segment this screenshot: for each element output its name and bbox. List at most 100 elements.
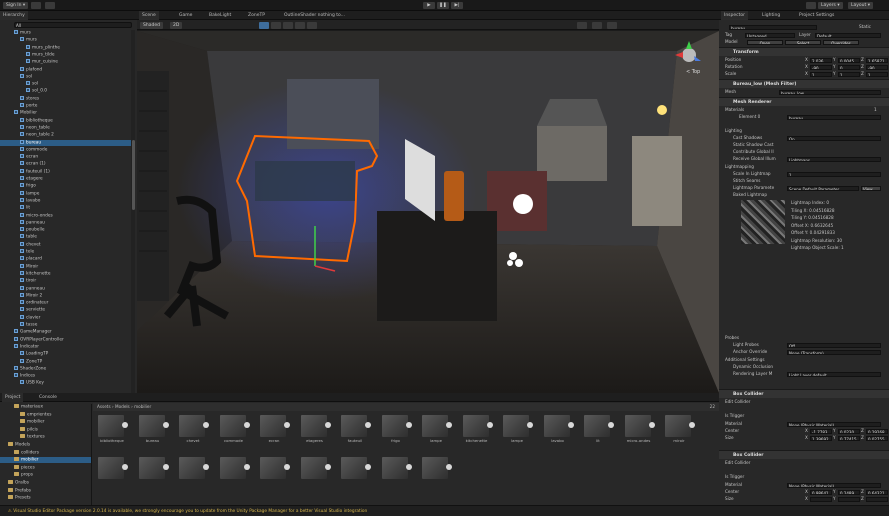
mesh-renderer-header[interactable]: Mesh Renderer [719,97,889,106]
box-collider-header[interactable]: Box Collider [719,389,889,398]
overrides-button[interactable]: Overrides [823,39,859,45]
asset-tile[interactable]: miroir [663,413,695,443]
hierarchy-item[interactable]: tasse [0,322,131,328]
folder-item[interactable]: props [0,472,91,478]
light-probes-dropdown[interactable]: Off [787,342,881,348]
asset-tile[interactable]: commode [218,413,250,443]
asset-tile[interactable]: ecran [258,413,290,443]
expand-icon[interactable] [365,422,371,428]
asset-tile[interactable]: bibliotheque [96,413,128,443]
account-button[interactable]: Sign In ▾ [3,2,29,9]
hierarchy-item[interactable]: plafond [0,66,131,73]
expand-icon[interactable] [689,422,695,428]
hierarchy-item[interactable]: poubelle [0,227,131,233]
gizmos-icon[interactable] [577,21,587,29]
hierarchy-item[interactable]: frigo [0,183,131,189]
scene-viewport[interactable]: < Top [137,31,719,393]
hierarchy-item[interactable]: lavabo [0,197,131,204]
hierarchy-item[interactable]: Mobilier [0,110,131,116]
expand-icon[interactable] [243,464,250,470]
expand-icon[interactable] [122,464,128,470]
asset-tile[interactable] [218,455,250,485]
hierarchy-item[interactable]: kitchenette [0,270,131,277]
expand-icon[interactable] [527,422,533,428]
vector-field[interactable]: 0.29268 [866,428,888,434]
expand-icon[interactable] [122,422,128,428]
open-button[interactable]: Open [747,39,783,45]
hierarchy-item[interactable]: clavier [0,314,131,321]
hierarchy-item[interactable]: chevet [0,241,131,248]
folder-item[interactable]: Models [0,442,91,448]
rendering-layer-dropdown[interactable]: Light Layer default [787,371,881,377]
2d-toggle[interactable]: 2D [170,21,183,29]
expand-icon[interactable] [405,422,412,428]
hierarchy-item[interactable]: neon_table [0,124,131,131]
asset-tile[interactable]: lavabo [542,413,574,443]
lightmap-params-dropdown[interactable]: Scene Default Parameter [787,185,859,191]
folder-item[interactable]: pieces [0,464,91,471]
vector-field[interactable]: 0.77415 [838,435,860,441]
asset-tile[interactable]: chevet [177,413,209,443]
tab-scene-view[interactable]: Game [176,11,195,20]
hierarchy-item[interactable]: Miroir [0,263,131,270]
expand-icon[interactable] [365,464,371,470]
scale-tool-icon[interactable] [295,21,305,29]
vector-field[interactable]: 1.39692 [810,435,832,441]
vector-field[interactable]: 0.98641 [810,489,832,495]
move-tool-icon[interactable] [271,21,281,29]
vector-field[interactable]: 0.64321 [866,489,888,495]
receive-gi-dropdown[interactable]: Lightmaps [787,156,881,162]
hierarchy-search-input[interactable]: All [14,22,132,28]
expand-icon[interactable] [162,464,169,470]
vector-field[interactable] [866,496,888,502]
physic-material-field[interactable]: None (Physic Material) [787,421,881,427]
hierarchy-item[interactable]: ShaderZone [0,365,131,372]
tag-dropdown[interactable]: Untagged [745,32,795,38]
folder-item[interactable]: mobilier [0,419,91,425]
hierarchy-item[interactable]: etagere [0,176,131,182]
asset-tile[interactable]: lit [582,413,614,443]
expand-icon[interactable] [608,422,614,428]
shading-dropdown[interactable]: Shaded [140,21,163,29]
vector-field[interactable]: 1 [810,71,832,77]
expand-icon[interactable] [648,422,655,428]
status-message[interactable]: Visual Studio Editor Package version 2.0… [13,509,367,514]
asset-tile[interactable] [380,455,412,485]
hierarchy-item[interactable]: table [0,234,131,240]
asset-tile[interactable] [420,455,452,485]
hierarchy-item[interactable]: Miroir 2 [0,292,131,299]
hierarchy-item[interactable]: Indices [0,373,131,379]
folder-item[interactable]: mobilier [0,457,91,464]
expand-icon[interactable] [324,464,331,470]
hierarchy-item[interactable]: sol [0,73,131,80]
folder-item[interactable]: materiaux [0,404,91,410]
audio-icon[interactable] [592,21,602,29]
folder-item[interactable]: pilcis [0,426,91,433]
transform-header[interactable]: Transform [719,47,889,56]
hierarchy-item[interactable]: neon_table 2 [0,132,131,138]
hierarchy-item[interactable]: murs [0,37,131,43]
expand-icon[interactable] [284,464,290,470]
hierarchy-item[interactable]: fauteuil (1) [0,168,131,175]
scale-lightmap-field[interactable]: 1 [787,171,881,177]
view-button[interactable]: View [861,185,881,191]
breadcrumb-item[interactable]: mobilier [134,404,151,409]
tab-scene-view[interactable]: Scene [139,11,159,20]
rect-tool-icon[interactable] [307,21,317,29]
folder-item[interactable]: Oralbs [0,480,91,486]
tab-inspector[interactable]: Lighting [759,11,783,20]
hierarchy-item[interactable]: GameManager [0,329,131,335]
vector-field[interactable]: 0.0230 [838,428,860,434]
asset-tile[interactable]: etageres [299,413,331,443]
hierarchy-item[interactable]: sol [0,81,131,87]
asset-tile[interactable]: bureau [137,413,169,443]
expand-icon[interactable] [324,422,331,428]
physic-material-field[interactable]: None (Physic Material) [787,482,881,488]
layers-dropdown[interactable]: Layers ▾ [818,2,843,9]
folder-item[interactable]: emprientes [0,411,91,418]
tab-inspector[interactable]: Project Settings [796,11,837,20]
step-icon[interactable]: ▶| [451,2,463,9]
asset-tile[interactable]: micro-ondes [623,413,655,443]
asset-tile[interactable]: lampe [420,413,452,443]
hierarchy-item[interactable]: panneau [0,285,131,292]
